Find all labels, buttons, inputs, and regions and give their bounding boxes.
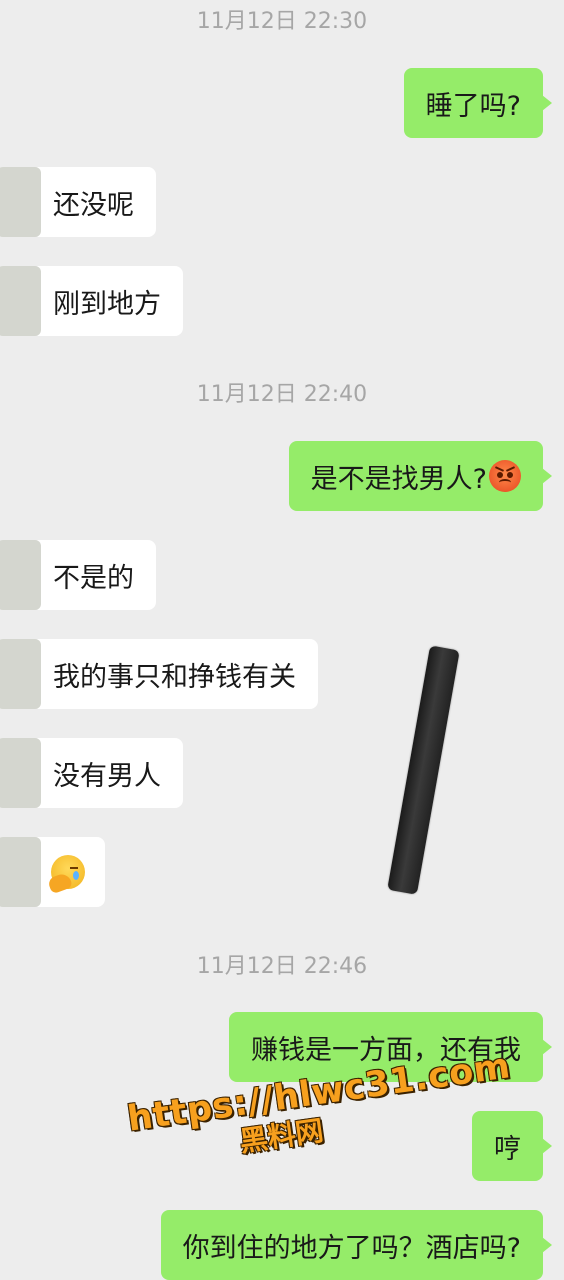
black-stick-overlay <box>387 645 460 895</box>
contact-avatar[interactable] <box>0 167 41 237</box>
message-text: 睡了吗? <box>425 90 521 122</box>
message-text: 我的事只和挣钱有关 <box>53 661 296 693</box>
message-incoming[interactable]: 还没呢 <box>0 167 156 237</box>
message-text: 是不是找男人? <box>310 463 487 495</box>
contact-avatar[interactable] <box>0 266 41 336</box>
message-incoming[interactable]: 没有男人 <box>0 738 183 808</box>
message-text: 刚到地方 <box>53 288 161 320</box>
message-incoming[interactable]: 我的事只和挣钱有关 <box>0 639 318 709</box>
message-text: 没有男人 <box>53 760 161 792</box>
contact-avatar[interactable] <box>0 540 41 610</box>
contact-avatar[interactable] <box>0 639 41 709</box>
message-incoming[interactable]: 不是的 <box>0 540 156 610</box>
message-outgoing[interactable]: 睡了吗? <box>403 68 553 138</box>
timestamp: 11月12日 22:30 <box>196 9 368 34</box>
message-outgoing[interactable]: 你到住的地方了吗？酒店吗? <box>160 1210 553 1280</box>
facepalm-icon <box>46 855 85 895</box>
message-text: 你到住的地方了吗？酒店吗? <box>182 1232 521 1264</box>
message-text: 不是的 <box>53 562 134 594</box>
message-text: 还没呢 <box>53 189 134 221</box>
contact-avatar[interactable] <box>0 837 41 907</box>
message-text: 哼 <box>494 1133 521 1165</box>
angry-face-icon <box>489 460 521 492</box>
message-incoming[interactable]: 刚到地方 <box>0 266 183 336</box>
contact-avatar[interactable] <box>0 738 41 808</box>
message-outgoing[interactable]: 是不是找男人? <box>288 441 553 511</box>
message-incoming[interactable] <box>0 837 105 907</box>
message-outgoing[interactable]: 哼 <box>472 1111 552 1181</box>
timestamp: 11月12日 22:40 <box>196 382 368 407</box>
timestamp: 11月12日 22:46 <box>196 954 368 979</box>
